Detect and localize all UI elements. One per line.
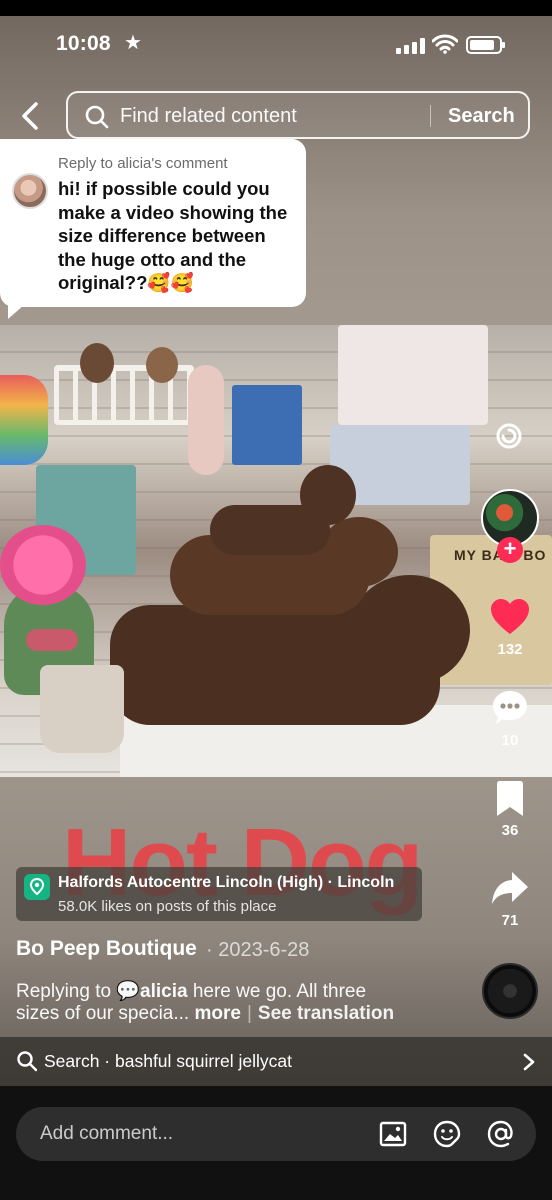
plush-dog-large-head: [350, 575, 470, 685]
mention-at-icon[interactable]: [486, 1119, 516, 1149]
video-frame[interactable]: MY BA... BO: [0, 325, 552, 777]
box-toys: [232, 385, 302, 465]
more-button[interactable]: more: [194, 1003, 240, 1024]
search-divider: [430, 105, 431, 127]
location-likes: 58.0K likes on posts of this place: [58, 898, 277, 915]
bunny-doll: [188, 365, 224, 475]
heart-icon: [491, 599, 529, 634]
search-input[interactable]: Find related content: [120, 105, 297, 128]
search-bar[interactable]: Find related content Search: [66, 91, 530, 139]
desc-line2: sizes of our specia...: [16, 1003, 190, 1024]
location-anchor[interactable]: Halfords Autocentre Lincoln (High) · Lin…: [16, 867, 422, 921]
comment-button[interactable]: 10: [480, 688, 540, 749]
see-translation-button[interactable]: See translation: [258, 1003, 394, 1024]
signal-icon: [396, 38, 426, 54]
chevron-right-icon: [523, 1053, 535, 1071]
mention-link[interactable]: alicia: [140, 981, 188, 1002]
pink-plush-hair: [0, 525, 86, 605]
desc-suffix: here we go. All three: [187, 981, 367, 1002]
plush-dog-medium-head: [320, 517, 398, 587]
description-line-2: sizes of our specia... more | See translat…: [16, 1003, 394, 1025]
location-name: Halfords Autocentre Lincoln (High) · Lin…: [58, 874, 395, 891]
status-bar: 10:08 ★: [0, 16, 552, 74]
battery-icon: [466, 36, 505, 54]
reply-comment-text: hi! if possible could you make a video s…: [58, 178, 288, 293]
search-button[interactable]: Search: [448, 105, 515, 128]
desc-prefix: Replying to: [16, 981, 117, 1002]
search-icon: [17, 1051, 38, 1072]
share-arrow-icon: [492, 872, 528, 904]
share-button[interactable]: 71: [480, 868, 540, 929]
description-line-1: Replying to 💬alicia here we go. All thre…: [16, 979, 366, 1003]
top-edge: [0, 0, 552, 16]
divider: |: [246, 1003, 252, 1024]
post-date: · 2023-6-28: [206, 939, 310, 961]
back-icon[interactable]: [14, 96, 48, 136]
comment-count: 10: [501, 732, 519, 749]
comment-input[interactable]: Add comment...: [16, 1107, 536, 1161]
related-search-text: Search · bashful squirrel jellycat: [44, 1051, 293, 1071]
comment-icon: [493, 691, 527, 724]
bottom-bar: Add comment...: [0, 1086, 552, 1200]
packaged-goods: [338, 325, 488, 425]
green-plush-mouth: [26, 629, 78, 651]
plant-pot: [40, 665, 124, 753]
related-search-bar[interactable]: Search · bashful squirrel jellycat: [0, 1037, 552, 1086]
search-icon: [85, 105, 109, 129]
follow-button[interactable]: +: [497, 537, 523, 563]
share-count: 71: [501, 912, 519, 929]
author-name[interactable]: Bo Peep Boutique: [16, 937, 197, 961]
commenter-avatar[interactable]: [12, 173, 48, 209]
plush-dog-small-head: [300, 465, 356, 525]
like-button[interactable]: 132: [480, 597, 540, 658]
mention-icon: 💬: [116, 981, 141, 1002]
save-count: 36: [501, 822, 519, 839]
bookmark-icon: [497, 781, 523, 816]
emoji-sticker-icon[interactable]: [432, 1119, 462, 1149]
scan-icon[interactable]: [493, 420, 525, 452]
reply-comment-bubble[interactable]: Reply to alicia's comment hi! if possibl…: [0, 139, 306, 319]
location-pin-icon: [24, 874, 50, 900]
comment-placeholder: Add comment...: [40, 1123, 174, 1144]
like-count: 132: [497, 641, 523, 658]
star-icon: ★: [124, 32, 142, 54]
save-button[interactable]: 36: [480, 780, 540, 839]
wifi-icon: [432, 34, 458, 54]
status-time: 10:08: [56, 32, 111, 55]
reply-label: Reply to alicia's comment: [58, 155, 228, 172]
teddy-bear: [146, 347, 178, 383]
rainbow-decor: [0, 375, 48, 465]
image-icon[interactable]: [378, 1119, 408, 1149]
music-disc-icon[interactable]: [482, 963, 538, 1019]
teddy-bear: [80, 343, 114, 383]
